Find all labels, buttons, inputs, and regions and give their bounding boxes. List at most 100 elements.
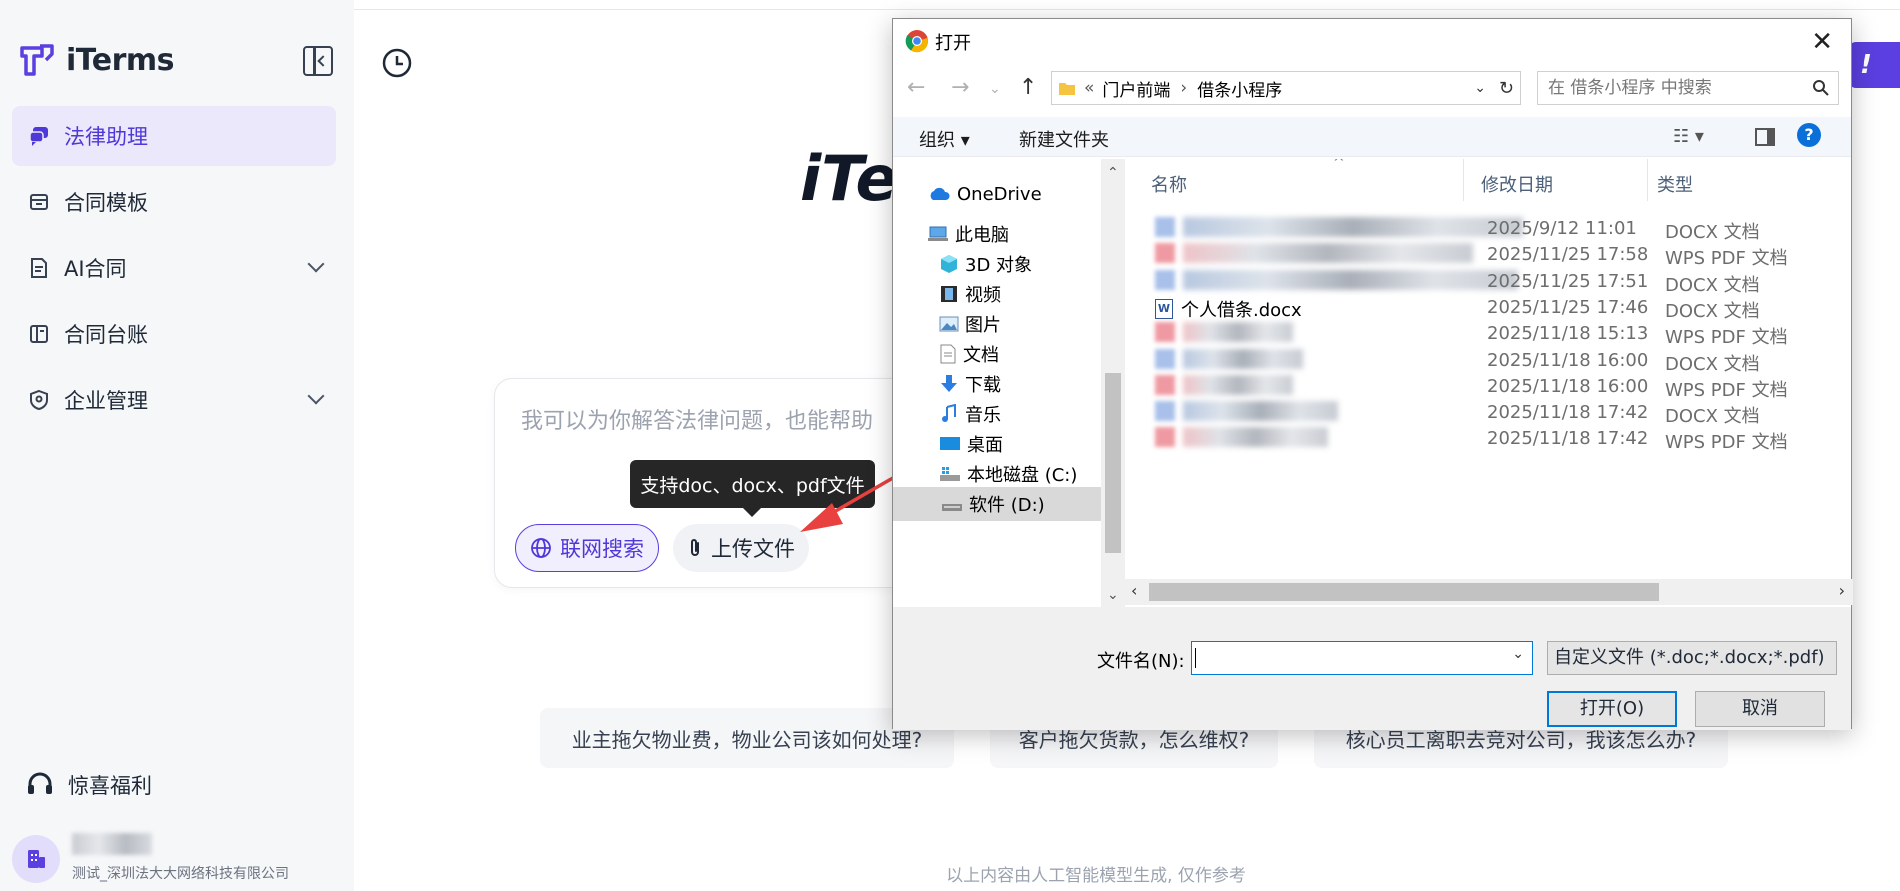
file-type-filter[interactable]: 自定义文件 (*.doc;*.docx;*.pdf) — [1547, 641, 1837, 675]
forward-arrow-icon[interactable]: → — [951, 75, 969, 100]
close-icon[interactable]: ✕ — [1811, 27, 1833, 57]
tree-item-videos[interactable]: 视频 — [939, 277, 1001, 311]
cancel-button[interactable]: 取消 — [1695, 691, 1825, 727]
help-icon[interactable]: ? — [1797, 123, 1821, 147]
dialog-titlebar[interactable]: 打开 ✕ — [893, 19, 1851, 63]
view-options-icon[interactable]: ☷ ▾ — [1673, 126, 1704, 147]
column-divider[interactable] — [1647, 159, 1648, 201]
column-header-name[interactable]: 名称 — [1151, 171, 1187, 197]
file-name-cell[interactable] — [1155, 217, 1523, 237]
bonus-link[interactable]: 惊喜福利 — [26, 770, 152, 800]
tree-label: OneDrive — [957, 183, 1042, 205]
document-icon — [28, 257, 50, 279]
file-name-cell[interactable] — [1155, 427, 1328, 448]
recent-dropdown-icon[interactable]: ⌄ — [989, 81, 1001, 97]
file-name-redacted — [1183, 243, 1473, 264]
text-cursor — [1195, 648, 1196, 668]
sidebar-item-contract-templates[interactable]: 合同模板 — [12, 172, 336, 232]
chevron-down-icon[interactable] — [307, 387, 325, 405]
promo-button[interactable]: ! — [1848, 42, 1900, 88]
tree-item-desktop[interactable]: 桌面 — [939, 427, 1003, 461]
upload-file-button[interactable]: 上传文件 — [673, 524, 809, 572]
ai-disclaimer: 以上内容由人工智能模型生成, 仅作参考 — [946, 866, 1246, 886]
breadcrumb-segment[interactable]: 门户前端 — [1102, 76, 1170, 101]
drive-icon — [940, 467, 960, 481]
docx-file-icon — [1155, 217, 1175, 237]
sidebar-item-legal-assistant[interactable]: 法律助理 — [12, 106, 336, 166]
preview-pane-icon[interactable] — [1755, 128, 1775, 146]
file-name-cell[interactable] — [1155, 243, 1473, 264]
pdf-file-icon — [1155, 243, 1175, 264]
cube-icon — [941, 255, 957, 273]
up-arrow-icon[interactable]: ↑ — [1019, 75, 1037, 100]
sidebar-item-ai-contract[interactable]: AI合同 — [12, 238, 336, 298]
navigation-tree: OneDrive 此电脑 3D 对象 视频 图片 文档 下载 音乐 桌面 本地磁… — [893, 159, 1125, 607]
tree-item-this-pc[interactable]: 此电脑 — [927, 217, 1009, 251]
file-name-redacted — [1183, 427, 1328, 448]
open-button[interactable]: 打开(O) — [1547, 691, 1677, 727]
desktop-icon — [940, 437, 960, 450]
sidebar-item-enterprise[interactable]: 企业管理 — [12, 370, 336, 430]
filename-input[interactable]: ⌄ — [1191, 641, 1533, 675]
logo[interactable]: iTerms — [18, 40, 175, 80]
sidebar-item-label: 合同台账 — [64, 323, 148, 347]
file-name-cell[interactable] — [1155, 401, 1338, 422]
path-overflow-icon[interactable]: « — [1084, 78, 1094, 98]
chevron-down-icon[interactable]: ⌄ — [1512, 646, 1524, 662]
tree-item-onedrive[interactable]: OneDrive — [927, 177, 1042, 211]
file-name-cell[interactable] — [1155, 322, 1293, 343]
tree-scrollbar[interactable]: ⌃ ⌄ — [1101, 159, 1125, 607]
back-arrow-icon[interactable]: ← — [907, 75, 925, 100]
file-name-redacted — [1183, 322, 1293, 343]
pdf-file-icon — [1155, 427, 1175, 448]
history-clock-icon[interactable] — [381, 47, 413, 83]
scroll-up-icon[interactable]: ⌃ — [1107, 165, 1119, 181]
breadcrumb-segment[interactable]: 借条小程序 — [1197, 76, 1282, 101]
tree-item-drive-d[interactable]: 软件 (D:) — [893, 487, 1101, 521]
file-name-cell[interactable] — [1155, 374, 1293, 395]
chat-placeholder[interactable]: 我可以为你解答法律问题，也能帮助 — [521, 403, 873, 435]
chevron-down-icon[interactable]: ⌄ — [1474, 80, 1486, 96]
tree-item-documents[interactable]: 文档 — [939, 337, 999, 371]
address-bar[interactable]: « 门户前端 › 借条小程序 ⌄ ↻ — [1051, 71, 1521, 105]
file-date: 2025/11/18 15:13 — [1487, 323, 1649, 345]
chevron-down-icon[interactable] — [307, 255, 325, 273]
file-date: 2025/11/25 17:51 — [1487, 270, 1649, 292]
column-header-type[interactable]: 类型 — [1657, 171, 1693, 197]
collapse-sidebar-icon[interactable] — [303, 46, 333, 76]
column-header-date[interactable]: 修改日期 — [1481, 171, 1553, 197]
horizontal-scrollbar[interactable]: ‹ › — [1125, 579, 1853, 605]
file-name-cell[interactable] — [1155, 348, 1303, 369]
web-search-label: 联网搜索 — [560, 537, 644, 561]
file-name-cell[interactable] — [1155, 269, 1518, 290]
drive-icon — [942, 504, 962, 511]
tree-item-music[interactable]: 音乐 — [939, 397, 1001, 431]
organize-menu[interactable]: 组织 ▾ — [919, 126, 970, 152]
scroll-down-icon[interactable]: ⌄ — [1107, 587, 1119, 603]
word-document-icon: W — [1155, 298, 1173, 319]
column-divider[interactable] — [1463, 159, 1464, 201]
folder-search-input[interactable]: 在 借条小程序 中搜索 — [1537, 71, 1839, 105]
refresh-icon[interactable]: ↻ — [1499, 78, 1514, 99]
new-folder-button[interactable]: 新建文件夹 — [1019, 126, 1109, 152]
web-search-button[interactable]: 联网搜索 — [515, 524, 659, 572]
shield-icon — [28, 389, 50, 411]
docx-file-icon — [1155, 401, 1175, 422]
file-date: 2025/11/18 17:42 — [1487, 402, 1649, 424]
sidebar-item-contract-ledger[interactable]: 合同台账 — [12, 304, 336, 364]
file-row[interactable]: 2025/11/18 17:42 WPS PDF 文档 — [1125, 423, 1853, 455]
scroll-left-icon[interactable]: ‹ — [1131, 581, 1137, 600]
dialog-footer: 文件名(N): ⌄ 自定义文件 (*.doc;*.docx;*.pdf) 打开(… — [893, 607, 1851, 730]
tree-item-pictures[interactable]: 图片 — [939, 307, 1001, 341]
dialog-toolbar: 组织 ▾ 新建文件夹 ☷ ▾ ? — [893, 117, 1851, 157]
tree-item-downloads[interactable]: 下载 — [939, 367, 1001, 401]
scroll-right-icon[interactable]: › — [1839, 581, 1845, 600]
horizontal-scroll-thumb[interactable] — [1149, 583, 1659, 601]
file-name-redacted — [1183, 348, 1303, 369]
sort-ascending-icon: ^ — [1333, 159, 1345, 171]
tree-item-3d-objects[interactable]: 3D 对象 — [939, 247, 1032, 281]
tree-item-drive-c[interactable]: 本地磁盘 (C:) — [939, 457, 1077, 491]
headset-icon — [28, 772, 52, 794]
film-icon — [941, 286, 957, 302]
tree-scroll-thumb[interactable] — [1105, 373, 1121, 553]
